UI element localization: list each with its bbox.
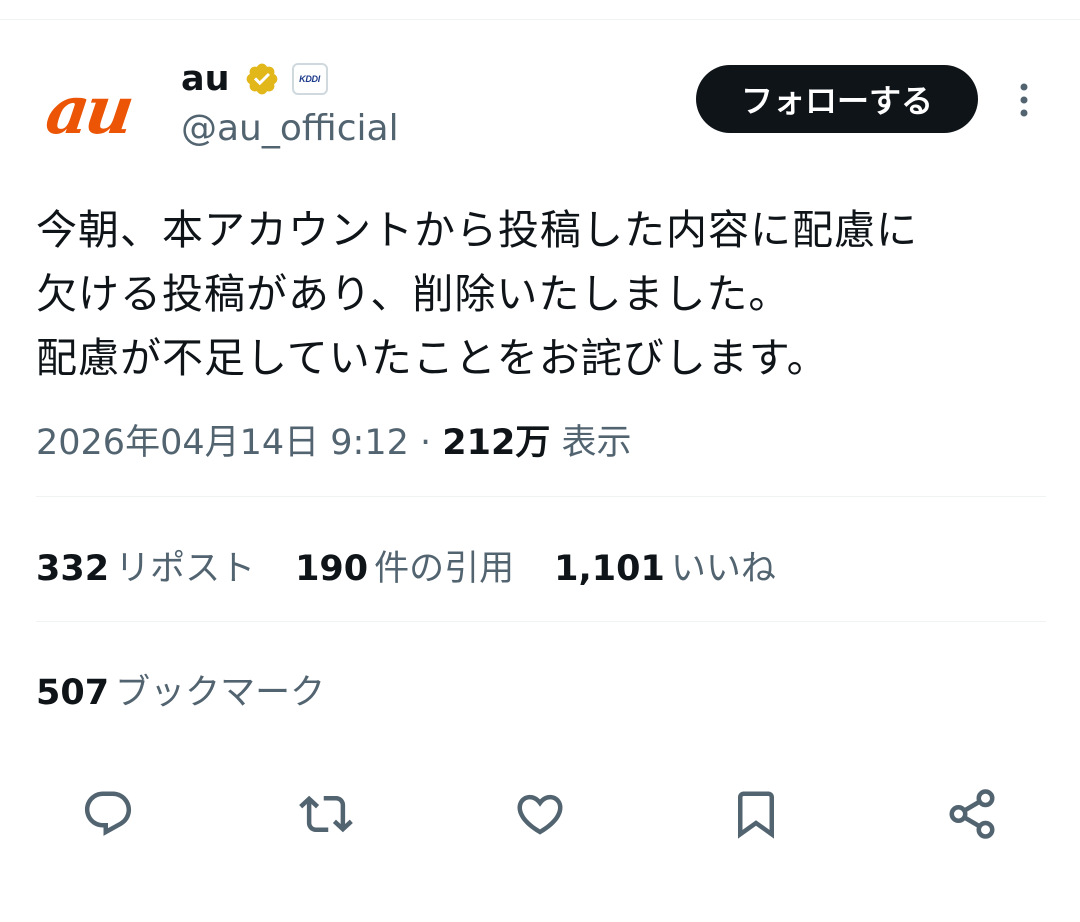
reposts-stat[interactable]: 332 リポスト [36, 540, 255, 591]
quotes-stat[interactable]: 190 件の引用 [295, 540, 514, 591]
follow-button[interactable]: フォローする [696, 65, 978, 133]
verified-badge-icon[interactable] [244, 61, 280, 97]
display-name[interactable]: au [181, 61, 230, 97]
top-divider [0, 19, 1080, 20]
bookmarks-stat[interactable]: 507 ブックマーク [36, 664, 325, 715]
tweet-text-line: 配慮が不足していたことをお詫びします。 [36, 334, 829, 382]
bookmarks-count: 507 [36, 673, 110, 713]
views-label: 表示 [561, 423, 632, 463]
reply-icon [84, 791, 132, 836]
quotes-label: 件の引用 [374, 549, 515, 589]
reply-button[interactable] [80, 786, 136, 842]
tweet-detail: au au KDDI @au_official フォローする 今朝、本アカウント… [0, 0, 1080, 922]
reposts-label: リポスト [115, 549, 256, 589]
like-button[interactable] [512, 786, 568, 842]
more-vertical-icon[interactable] [1010, 80, 1038, 120]
share-icon [949, 789, 995, 839]
timestamp[interactable]: 2026年04月14日 9:12 [36, 423, 409, 463]
tweet-text-line: 欠ける投稿があり、削除いたしました。 [36, 270, 791, 318]
author-name-row: au KDDI [181, 58, 328, 100]
user-handle[interactable]: @au_official [181, 108, 399, 149]
affiliate-logo: KDDI [299, 74, 320, 84]
avatar[interactable]: au [32, 64, 144, 156]
quotes-count: 190 [295, 549, 369, 589]
tweet-meta: 2026年04月14日 9:12 · 212万 表示 [36, 414, 632, 465]
tweet-text-line: 今朝、本アカウントから投稿した内容に配慮に [36, 206, 918, 254]
repost-icon [299, 795, 353, 833]
views-count: 212万 [442, 423, 551, 463]
bookmarks-label: ブックマーク [115, 673, 326, 713]
repost-button[interactable] [298, 786, 354, 842]
likes-count: 1,101 [554, 549, 665, 589]
like-icon [517, 794, 563, 835]
likes-label: いいね [670, 549, 776, 589]
divider [36, 621, 1046, 622]
meta-separator: · [420, 423, 432, 463]
bookmark-icon [738, 791, 774, 839]
reposts-count: 332 [36, 549, 110, 589]
engagement-stats: 332 リポスト 190 件の引用 1,101 いいね [36, 540, 776, 591]
likes-stat[interactable]: 1,101 いいね [554, 540, 776, 591]
bookmark-button[interactable] [728, 786, 784, 842]
affiliate-badge[interactable]: KDDI [291, 63, 328, 95]
share-button[interactable] [944, 786, 1000, 842]
au-logo: au [41, 71, 135, 149]
tweet-text: 今朝、本アカウントから投稿した内容に配慮に 欠ける投稿があり、削除いたしました。… [36, 198, 1056, 390]
divider [36, 496, 1046, 497]
